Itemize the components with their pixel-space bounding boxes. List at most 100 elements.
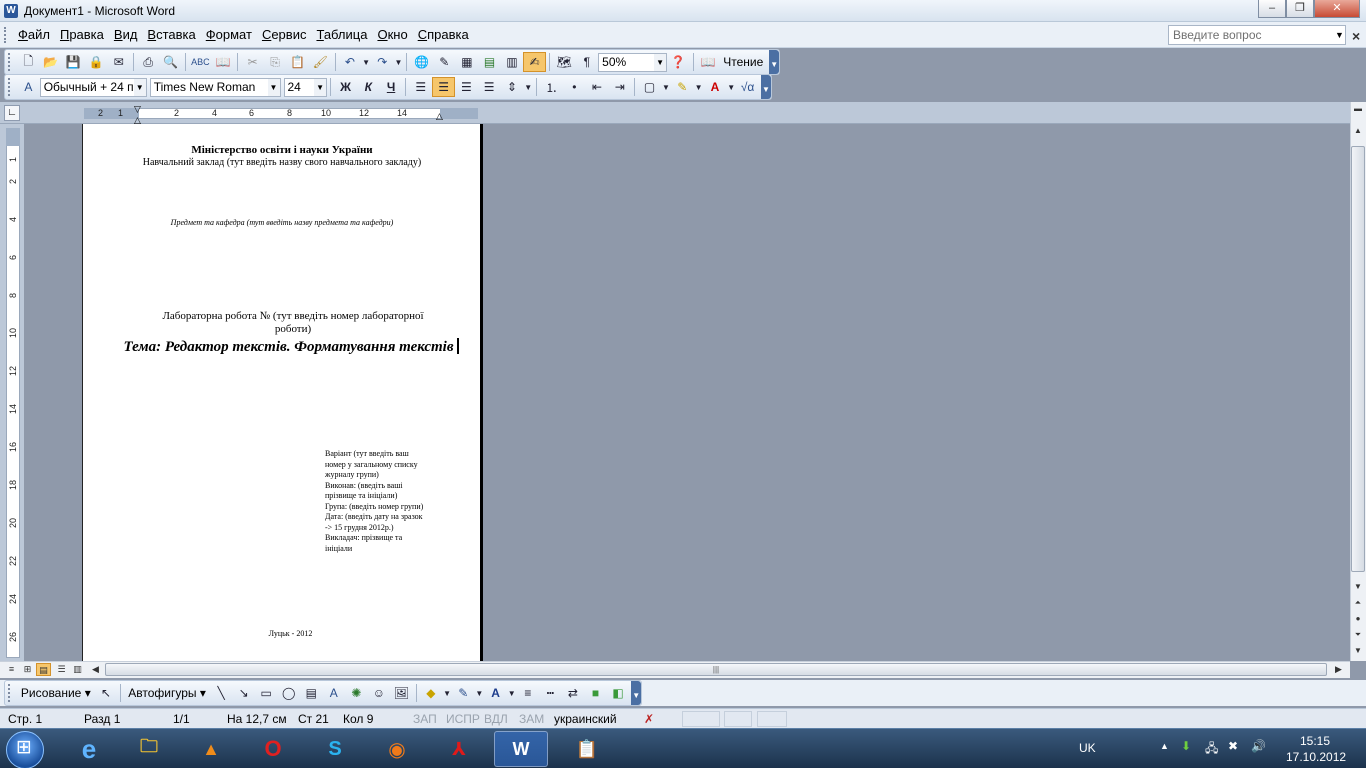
numbering-icon[interactable]: ⒈ bbox=[540, 77, 563, 97]
line-color-dropdown-icon[interactable]: ▼ bbox=[474, 683, 484, 703]
shadow-style-icon[interactable]: ■ bbox=[584, 683, 607, 703]
styles-formatting-icon[interactable]: A bbox=[17, 77, 40, 97]
menu-format[interactable]: Формат bbox=[204, 27, 260, 42]
line-spacing-dropdown-icon[interactable]: ▼ bbox=[523, 77, 533, 97]
toolbar-grip[interactable] bbox=[8, 78, 14, 96]
undo-dropdown-icon[interactable]: ▼ bbox=[361, 52, 371, 72]
language-indicator[interactable]: UK bbox=[1079, 741, 1096, 755]
file-explorer-icon[interactable]: 🗀 bbox=[122, 731, 176, 767]
acrobat-icon[interactable]: ⅄ bbox=[432, 731, 486, 767]
institution-line[interactable]: Навчальний заклад (тут введіть назву сво… bbox=[83, 157, 481, 168]
line-color-icon[interactable]: ✎ bbox=[452, 683, 475, 703]
email-icon[interactable]: ✉ bbox=[107, 52, 130, 72]
3d-style-icon[interactable]: ◧ bbox=[607, 683, 630, 703]
drawing-icon[interactable]: ✍ bbox=[523, 52, 546, 72]
clock-date[interactable]: 17.10.2012 bbox=[1286, 750, 1346, 764]
status-extend-selection[interactable]: ВДЛ bbox=[484, 712, 508, 726]
tab-selector-icon[interactable]: ∟ bbox=[4, 105, 20, 121]
document-close-icon[interactable]: × bbox=[1352, 28, 1360, 44]
start-button[interactable] bbox=[6, 731, 44, 768]
ask-dropdown-icon[interactable]: ▼ bbox=[1333, 25, 1346, 45]
usb-device-icon[interactable]: ⬇ bbox=[1181, 739, 1191, 753]
diagram-icon[interactable]: ✺ bbox=[345, 683, 368, 703]
menu-table[interactable]: Таблица bbox=[314, 27, 375, 42]
spelling-icon[interactable]: ABC bbox=[189, 52, 212, 72]
toolbar-options-icon[interactable]: ▼ bbox=[760, 75, 771, 99]
redo-icon[interactable]: ↷ bbox=[371, 52, 394, 72]
toolbar-options-icon[interactable]: ▼ bbox=[631, 681, 642, 705]
picture-icon[interactable]: 🖼 bbox=[390, 683, 413, 703]
wordart-icon[interactable]: A bbox=[323, 683, 346, 703]
font-color-icon[interactable]: A bbox=[484, 683, 507, 703]
line-spacing-icon[interactable]: ⇕ bbox=[501, 77, 524, 97]
clock-time[interactable]: 15:15 bbox=[1300, 734, 1330, 748]
print-layout-icon[interactable]: ▤ bbox=[36, 663, 51, 676]
hyperlink-icon[interactable]: 🌐 bbox=[410, 52, 433, 72]
status-overtype[interactable]: ЗАМ bbox=[519, 712, 544, 726]
status-track-changes[interactable]: ИСПР bbox=[446, 712, 480, 726]
font-select[interactable]: Times New Roman ▼ bbox=[149, 77, 281, 97]
font-color-dropdown-icon[interactable]: ▼ bbox=[507, 683, 517, 703]
border-dropdown-icon[interactable]: ▼ bbox=[661, 77, 671, 97]
scroll-up-icon[interactable]: ▲ bbox=[1351, 126, 1365, 135]
style-select[interactable]: Обычный + 24 п ▼ bbox=[39, 77, 147, 97]
rectangle-icon[interactable]: ▭ bbox=[255, 683, 278, 703]
right-indent-icon[interactable]: △ bbox=[436, 111, 443, 122]
toolbar-grip[interactable] bbox=[8, 53, 14, 71]
city-year-line[interactable]: Луцьк - 2012 bbox=[83, 629, 498, 638]
ask-question-input[interactable]: Введите вопрос bbox=[1168, 25, 1346, 45]
opera-icon[interactable]: O bbox=[246, 731, 300, 767]
arrow-style-icon[interactable]: ⇄ bbox=[562, 683, 585, 703]
scroll-down-end-icon[interactable]: ▼ bbox=[1351, 646, 1365, 655]
scroll-down-icon[interactable]: ▼ bbox=[1351, 582, 1365, 591]
student-info-block[interactable]: Варіант (тут введіть ваш номер у загальн… bbox=[325, 449, 449, 554]
border-icon[interactable]: ▢ bbox=[638, 77, 661, 97]
draw-menu-button[interactable]: Рисование ▾ bbox=[17, 686, 95, 700]
fill-color-icon[interactable]: ◆ bbox=[420, 683, 443, 703]
menu-help[interactable]: Справка bbox=[416, 27, 477, 42]
scroll-left-icon[interactable]: ◀ bbox=[88, 663, 103, 676]
volume-icon[interactable]: 🔊 bbox=[1251, 739, 1266, 753]
firefox-icon[interactable]: ◉ bbox=[370, 731, 424, 767]
menu-view[interactable]: Вид bbox=[112, 27, 146, 42]
permission-icon[interactable]: 🔒 bbox=[85, 52, 108, 72]
reading-layout-icon[interactable]: 📖 bbox=[697, 52, 720, 72]
scroll-right-icon[interactable]: ▶ bbox=[1331, 663, 1346, 676]
cut-icon[interactable]: ✂ bbox=[241, 52, 264, 72]
internet-explorer-icon[interactable]: e bbox=[62, 731, 116, 767]
menu-edit[interactable]: Правка bbox=[58, 27, 112, 42]
topic-heading[interactable]: Тема: Редактор текстів. Форматування тек… bbox=[123, 338, 459, 357]
new-document-icon[interactable]: 🗋 bbox=[17, 52, 40, 72]
word-app-icon[interactable]: W bbox=[4, 3, 18, 18]
font-color-dropdown-icon[interactable]: ▼ bbox=[726, 77, 736, 97]
web-layout-icon[interactable]: ⊞ bbox=[20, 663, 35, 676]
normal-view-icon[interactable]: ≡ bbox=[4, 663, 19, 676]
document-map-icon[interactable]: 🗺 bbox=[553, 52, 576, 72]
menu-grip[interactable] bbox=[4, 27, 7, 43]
subject-line[interactable]: Предмет та кафедра (тут введіть назву пр… bbox=[83, 218, 481, 227]
save-icon[interactable]: 💾 bbox=[62, 52, 85, 72]
insert-table-icon[interactable]: ▦ bbox=[456, 52, 479, 72]
arrow-icon[interactable]: ↘ bbox=[232, 683, 255, 703]
clipboard-app-icon[interactable]: 📋 bbox=[560, 731, 614, 767]
bullets-icon[interactable]: • bbox=[563, 77, 586, 97]
fill-color-dropdown-icon[interactable]: ▼ bbox=[442, 683, 452, 703]
align-left-icon[interactable]: ☰ bbox=[409, 77, 432, 97]
ruler-toggle-icon[interactable]: ▬ bbox=[1351, 104, 1365, 113]
autoshapes-menu-button[interactable]: Автофигуры ▾ bbox=[124, 686, 210, 700]
menu-insert[interactable]: Вставка bbox=[145, 27, 203, 42]
align-center-icon[interactable]: ☰ bbox=[432, 77, 455, 97]
clip-art-icon[interactable]: ☺ bbox=[368, 683, 391, 703]
zoom-select[interactable]: 50% ▼ bbox=[598, 52, 668, 72]
first-line-indent-icon[interactable]: ▽ bbox=[134, 104, 141, 115]
text-box-icon[interactable]: ▤ bbox=[300, 683, 323, 703]
decrease-indent-icon[interactable]: ⇤ bbox=[586, 77, 609, 97]
justify-icon[interactable]: ☰ bbox=[478, 77, 501, 97]
status-record-macro[interactable]: ЗАП bbox=[413, 712, 437, 726]
dash-style-icon[interactable]: ┅ bbox=[539, 683, 562, 703]
maximize-button[interactable]: ❐ bbox=[1286, 0, 1314, 18]
close-button[interactable]: ✕ bbox=[1314, 0, 1360, 18]
paste-icon[interactable]: 📋 bbox=[286, 52, 309, 72]
horizontal-scroll-thumb[interactable]: ||| bbox=[105, 663, 1327, 676]
italic-button[interactable]: К bbox=[357, 77, 380, 97]
